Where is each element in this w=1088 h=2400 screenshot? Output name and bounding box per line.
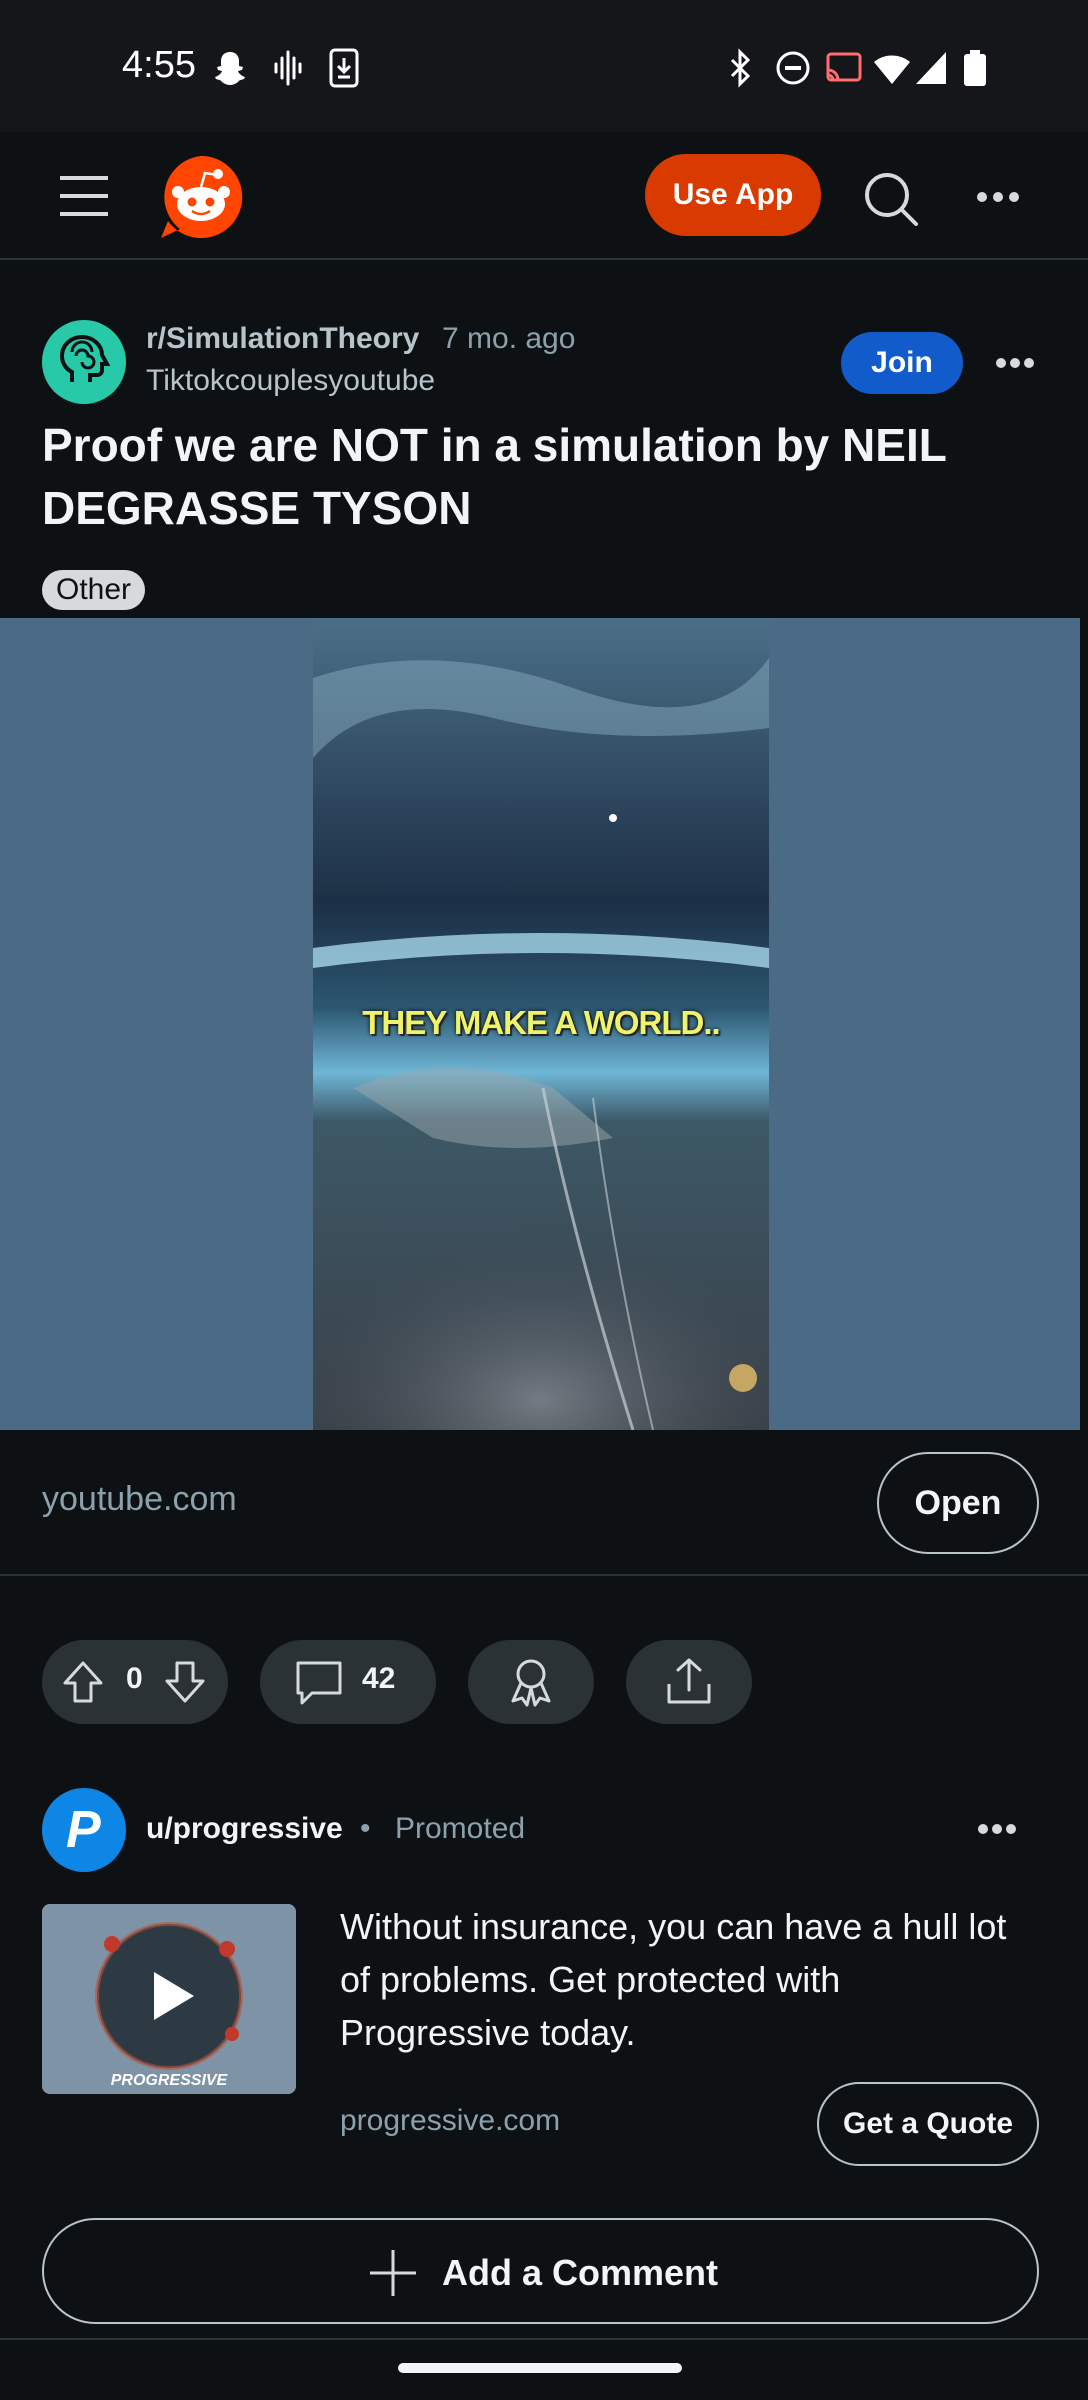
share-button[interactable]: [626, 1640, 752, 1724]
post-age: 7 mo. ago: [442, 322, 576, 355]
get-a-quote-button[interactable]: Get a Quote: [817, 2082, 1039, 2166]
signal-icon: [916, 52, 946, 84]
advertiser-avatar[interactable]: P: [42, 1788, 126, 1872]
status-bar: 4:55: [0, 0, 1088, 132]
search-icon[interactable]: [862, 170, 920, 228]
award-button[interactable]: [468, 1640, 594, 1724]
comment-icon: [296, 1661, 342, 1705]
post-title[interactable]: Proof we are NOT in a simulation by NEIL…: [42, 414, 1042, 540]
avatar-letter: P: [66, 1801, 101, 1859]
bluetooth-icon: [730, 48, 751, 88]
bottom-divider: [0, 2338, 1088, 2340]
gesture-home-bar[interactable]: [398, 2363, 682, 2373]
brain-icon: [59, 334, 111, 382]
download-icon: [329, 48, 359, 88]
link-bar: youtube.com Open: [0, 1430, 1088, 1576]
promo-more-icon[interactable]: [978, 1822, 1016, 1836]
link-domain[interactable]: youtube.com: [42, 1480, 237, 1519]
cast-icon: [826, 52, 862, 82]
video-thumbnail[interactable]: THEY MAKE A WORLD..: [0, 618, 1080, 1430]
separator-dot: •: [360, 1812, 371, 1845]
comment-count: 42: [362, 1662, 396, 1695]
status-time: 4:55: [122, 44, 196, 86]
plus-icon: [370, 2250, 416, 2296]
ad-brand-watermark: PROGRESSIVE: [110, 2072, 228, 2089]
share-icon: [667, 1658, 711, 1704]
do-not-disturb-icon: [776, 51, 810, 85]
open-button[interactable]: Open: [877, 1452, 1039, 1554]
downvote-icon[interactable]: [164, 1660, 206, 1704]
menu-icon[interactable]: [58, 174, 110, 218]
battery-icon: [964, 50, 986, 86]
post-author[interactable]: Tiktokcouplesyoutube: [146, 364, 435, 398]
app-header: Use App: [0, 132, 1088, 260]
subreddit-name[interactable]: r/SimulationTheory: [146, 322, 419, 356]
upvote-icon[interactable]: [62, 1660, 104, 1704]
video-caption: THEY MAKE A WORLD..: [362, 1004, 720, 1041]
vote-pill: 0: [42, 1640, 228, 1724]
wifi-icon: [874, 55, 910, 84]
advertiser-name[interactable]: u/progressive: [146, 1812, 343, 1846]
snapchat-icon: [215, 52, 245, 85]
ad-thumbnail[interactable]: PROGRESSIVE: [42, 1904, 296, 2094]
use-app-button[interactable]: Use App: [645, 154, 821, 236]
post-more-icon[interactable]: [996, 356, 1034, 370]
ad-text[interactable]: Without insurance, you can have a hull l…: [340, 1900, 1040, 2059]
promoted-label: Promoted: [395, 1812, 526, 1845]
reddit-logo-icon[interactable]: [156, 152, 246, 242]
add-comment-label: Add a Comment: [442, 2252, 719, 2293]
ad-image: [42, 1904, 296, 2094]
vote-count: 0: [126, 1662, 143, 1695]
add-comment-button[interactable]: Add a Comment: [42, 2218, 1039, 2324]
ad-domain[interactable]: progressive.com: [340, 2104, 560, 2138]
voicemail-icon: [274, 50, 302, 86]
award-icon: [511, 1659, 551, 1707]
post-flair[interactable]: Other: [42, 570, 146, 610]
join-button[interactable]: Join: [841, 332, 963, 394]
comments-button[interactable]: 42: [260, 1640, 436, 1724]
more-options-icon[interactable]: [976, 190, 1020, 204]
video-frame: THEY MAKE A WORLD..: [313, 618, 769, 1430]
subreddit-avatar[interactable]: [42, 320, 126, 404]
